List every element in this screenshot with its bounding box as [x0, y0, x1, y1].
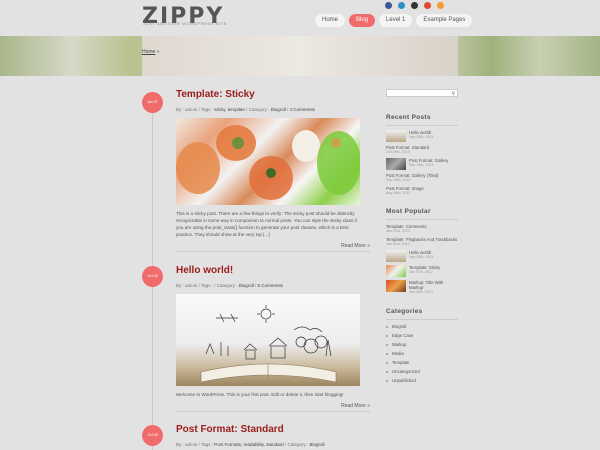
recent-post-item[interactable]: Post Format: Gallery (Tiled) Sep 10th, 20… — [386, 173, 458, 183]
post-title[interactable]: Hello world! — [176, 265, 370, 276]
post-thumbnail[interactable] — [386, 250, 406, 262]
rss-icon[interactable] — [437, 2, 444, 9]
book-sketch-illustration — [200, 305, 337, 383]
post-comments[interactable]: 5 Comments — [258, 283, 284, 288]
post-hello-world: Hello world! By : admin / Tags : / Categ… — [176, 265, 370, 412]
post-date-badge: Jan 07 — [142, 92, 163, 113]
pinterest-icon[interactable] — [411, 2, 418, 9]
twitter-icon[interactable] — [398, 2, 405, 9]
recent-post-date: Sep 10th, 2013 — [409, 163, 434, 167]
most-popular-title: Most Popular — [386, 208, 431, 215]
post-meta: By : admin / Tags : sticky, template / C… — [176, 107, 315, 112]
recent-post-date: Sep 08th, 2013 — [409, 135, 434, 139]
post-thumbnail[interactable] — [386, 280, 406, 292]
recent-post-item[interactable]: Post Format: Standard Oct 05th, 2013 — [386, 145, 458, 155]
divider — [386, 319, 458, 320]
popular-post-title[interactable]: Markup: Title With Markup — [409, 280, 458, 290]
post-author[interactable]: By : admin — [176, 107, 197, 112]
category-link[interactable]: Blogroll — [386, 324, 458, 329]
googleplus-icon[interactable] — [424, 2, 431, 9]
post-thumbnail[interactable] — [386, 158, 406, 170]
post-tags-label: Tags : — [200, 283, 213, 288]
recent-post-date: Oct 05th, 2013 — [386, 150, 410, 154]
divider — [386, 125, 458, 126]
nav-level-1[interactable]: Level 1 — [379, 14, 413, 27]
post-excerpt: Welcome to WordPress. This is your first… — [176, 392, 344, 397]
post-category[interactable]: Blogroll — [239, 283, 254, 288]
category-link[interactable]: Edge Case — [386, 333, 458, 338]
header-banner — [0, 36, 600, 76]
categories-title: Categories — [386, 308, 423, 315]
post-sticky: Template: Sticky By : admin / Tags : sti… — [176, 89, 370, 252]
banner-center — [142, 36, 458, 76]
category-link[interactable]: Uncategorized — [386, 369, 458, 374]
popular-post-item[interactable]: Hello world! Sep 08th, 2013 — [386, 250, 458, 262]
site-tagline: JUST ANOTHER WORDPRESS SITE — [143, 21, 227, 26]
post-category[interactable]: Blogroll — [309, 442, 324, 447]
post-comments[interactable]: 4 Comments — [289, 107, 315, 112]
read-more-link[interactable]: Read More » — [176, 403, 370, 412]
read-more-link[interactable]: Read More » — [176, 243, 370, 252]
post-featured-image[interactable] — [176, 294, 360, 386]
recent-posts-title: Recent Posts — [386, 114, 431, 121]
popular-post-item[interactable]: Markup: Title With Markup Jan 05th, 2013 — [386, 280, 458, 295]
facebook-icon[interactable] — [385, 2, 392, 9]
post-cat-label: Category : — [216, 283, 238, 288]
popular-post-date: Jan 03rd, 2012 — [386, 229, 410, 233]
post-author[interactable]: By : admin — [176, 442, 197, 447]
search-icon[interactable]: ⚲ — [451, 91, 455, 97]
popular-post-date: Jan 01st, 2012 — [386, 242, 410, 246]
post-excerpt: This is a sticky post. There are a few t… — [176, 211, 357, 237]
popular-post-item[interactable]: Template: Pingbacks And Trackbacks Jan 01… — [386, 237, 458, 247]
social-links — [385, 2, 444, 9]
breadcrumb-home[interactable]: Home — [142, 49, 155, 55]
breadcrumb-sep: » — [156, 49, 160, 55]
post-tags-label: Tags : — [200, 442, 213, 447]
post-format-standard: Post Format: Standard By : admin / Tags … — [176, 424, 370, 447]
popular-post-item[interactable]: Template: Comments Jan 03rd, 2012 — [386, 224, 458, 234]
main-nav: Home Blog Level 1 Example Pages — [315, 14, 473, 27]
post-cat-label: Category : — [248, 107, 270, 112]
post-featured-image[interactable] — [176, 118, 360, 205]
post-tags-label: Tags : — [200, 107, 213, 112]
recent-post-date: Sep 10th, 2013 — [386, 178, 411, 182]
post-cat-label: Category : — [287, 442, 309, 447]
post-title[interactable]: Template: Sticky — [176, 89, 370, 100]
category-link[interactable]: Media — [386, 351, 458, 356]
post-meta: By : admin / Tags : / Category : Blogrol… — [176, 283, 284, 288]
popular-post-date: Jan 07th, 2012 — [409, 270, 433, 274]
sidebar: ⚲ Recent Posts Hello world! Sep 08th, 201… — [386, 89, 458, 383]
post-meta: By : admin / Tags : Post Formats, readab… — [176, 442, 325, 447]
post-date-badge: Oct 08 — [142, 266, 163, 287]
post-thumbnail[interactable] — [386, 265, 406, 277]
post-author[interactable]: By : admin — [176, 283, 197, 288]
post-category[interactable]: Blogroll — [271, 107, 286, 112]
category-link[interactable]: Template — [386, 360, 458, 365]
category-link[interactable]: Unpublished — [386, 378, 458, 383]
popular-post-date: Jan 05th, 2013 — [409, 290, 433, 294]
post-date-badge: Oct 05 — [142, 425, 163, 446]
food-photo — [176, 125, 360, 200]
recent-post-item[interactable]: Post Format: Image Aug 08th, 2013 — [386, 186, 458, 196]
post-title[interactable]: Post Format: Standard — [176, 424, 370, 435]
category-link[interactable]: Markup — [386, 342, 458, 347]
search-input[interactable]: ⚲ — [386, 89, 458, 97]
recent-post-item[interactable]: Hello world! Sep 08th, 2013 — [386, 130, 458, 142]
popular-post-date: Sep 08th, 2013 — [409, 255, 434, 259]
popular-post-item[interactable]: Template: Sticky Jan 07th, 2012 — [386, 265, 458, 277]
nav-blog[interactable]: Blog — [349, 14, 376, 27]
post-tags[interactable]: Post Formats, readability, standard — [214, 442, 283, 447]
post-thumbnail[interactable] — [386, 130, 406, 142]
nav-home[interactable]: Home — [315, 14, 346, 27]
recent-post-item[interactable]: Post Format: Gallery Sep 10th, 2013 — [386, 158, 458, 170]
post-tags[interactable]: sticky, template — [214, 107, 245, 112]
divider — [386, 219, 458, 220]
recent-post-date: Aug 08th, 2013 — [386, 191, 411, 195]
nav-example-pages[interactable]: Example Pages — [416, 14, 473, 27]
breadcrumb: Home » — [142, 49, 160, 55]
